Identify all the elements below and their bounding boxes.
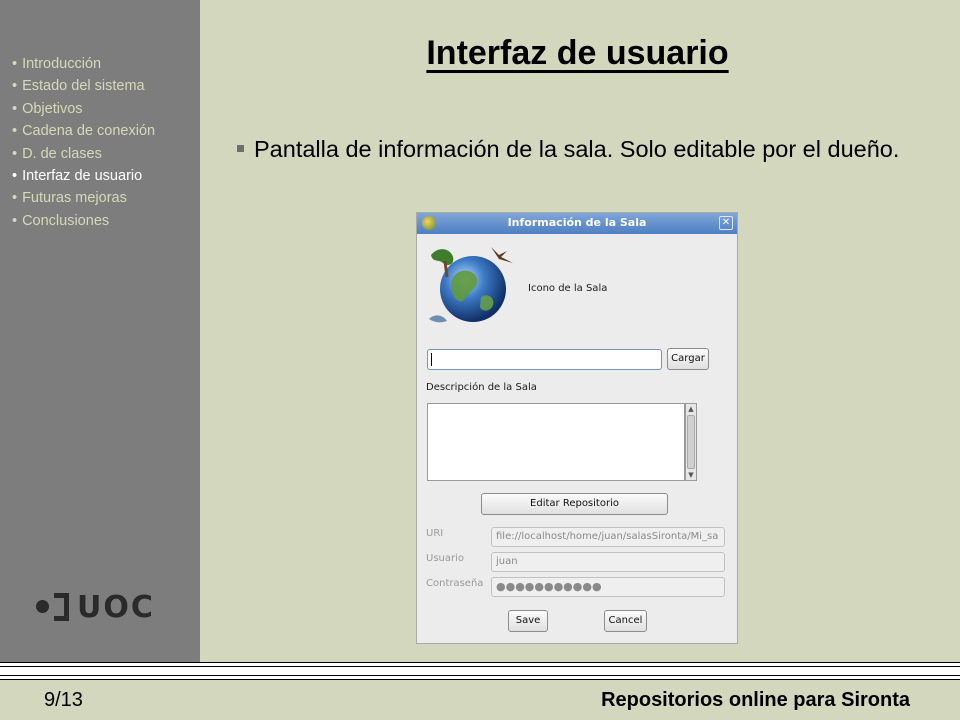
user-label: Usuario	[426, 553, 465, 564]
globe-icon	[429, 247, 513, 323]
page-title: Interfaz de usuario	[426, 34, 729, 72]
load-button[interactable]: Cargar	[667, 348, 709, 370]
bullet-icon: •	[12, 145, 18, 162]
sidebar-nav: • Introducción • Estado del sistema • Objet…	[12, 53, 200, 232]
sidebar-item-label: Objetivos	[22, 100, 83, 117]
sidebar-item-label: Estado del sistema	[22, 78, 145, 95]
sidebar-item-label: D. de clases	[22, 145, 102, 162]
user-value: juan	[496, 556, 518, 567]
uoc-logo: UOC	[36, 590, 156, 626]
dialog-title: Información de la Sala	[507, 216, 647, 229]
dialog-titlebar[interactable]: Información de la Sala ✕	[417, 213, 737, 234]
footer-title: Repositorios online para Sironta	[601, 689, 910, 711]
room-icon-label: Icono de la Sala	[528, 283, 608, 294]
password-value: ●●●●●●●●●●●	[496, 580, 602, 593]
sidebar: • Introducción • Estado del sistema • Objet…	[0, 0, 200, 662]
description-scrollbar[interactable]: ▲ ▼	[685, 403, 697, 481]
slide-bullet-text: Pantalla de información de la sala. Solo…	[254, 136, 900, 162]
sidebar-item-label: Interfaz de usuario	[22, 168, 143, 185]
sidebar-item-d-de-clases[interactable]: • D. de clases	[12, 143, 200, 165]
password-field: ●●●●●●●●●●●	[491, 577, 725, 597]
sidebar-item-estado-del-sistema[interactable]: • Estado del sistema	[12, 75, 200, 97]
scrollbar-thumb[interactable]	[687, 415, 695, 469]
room-icon-image[interactable]	[425, 237, 525, 329]
sidebar-item-introduccion[interactable]: • Introducción	[12, 53, 200, 75]
description-textarea[interactable]	[427, 403, 685, 481]
sidebar-item-conclusiones[interactable]: • Conclusiones	[12, 210, 200, 232]
sidebar-item-label: Introducción	[22, 56, 102, 72]
edit-repository-button[interactable]: Editar Repositorio	[481, 493, 668, 515]
sidebar-item-cadena-de-conexion[interactable]: • Cadena de conexión	[12, 120, 200, 142]
page-number: 9/13	[44, 689, 83, 711]
scroll-up-icon[interactable]: ▲	[686, 404, 696, 414]
description-label: Descripción de la Sala	[426, 382, 537, 393]
logo-bracket-icon	[54, 593, 69, 621]
logo-dot-icon	[36, 600, 49, 613]
bullet-icon: •	[12, 56, 18, 72]
bullet-icon: •	[12, 168, 18, 185]
close-icon[interactable]: ✕	[719, 216, 733, 230]
user-field: juan	[491, 552, 725, 572]
logo-text: UOC	[77, 590, 155, 625]
footer-divider-inner	[0, 666, 960, 676]
scroll-down-icon[interactable]: ▼	[686, 470, 696, 480]
bullet-icon: •	[12, 100, 18, 117]
save-button[interactable]: Save	[508, 610, 548, 632]
password-label: Contraseña	[426, 578, 484, 589]
sidebar-item-label: Conclusiones	[22, 212, 110, 229]
sidebar-item-objetivos[interactable]: • Objetivos	[12, 98, 200, 120]
bullet-icon: •	[12, 212, 18, 229]
text-caret	[431, 353, 432, 366]
footer: 9/13 Repositorios online para Sironta	[0, 680, 960, 720]
sidebar-item-interfaz-de-usuario[interactable]: • Interfaz de usuario	[12, 165, 200, 187]
bullet-icon: •	[12, 123, 18, 140]
sidebar-item-futuras-mejoras[interactable]: • Futuras mejoras	[12, 187, 200, 209]
sidebar-item-label: Cadena de conexión	[22, 123, 156, 140]
bullet-icon: •	[12, 190, 18, 207]
icon-path-input[interactable]	[427, 349, 662, 370]
uri-value: file://localhost/home/juan/salasSironta/…	[496, 531, 719, 542]
footer-divider	[0, 662, 960, 680]
slide-bullet-point: Pantalla de información de la sala. Solo…	[237, 133, 927, 165]
cancel-button[interactable]: Cancel	[604, 610, 647, 632]
room-info-dialog: Información de la Sala ✕ Icono de la Sal…	[416, 212, 738, 644]
sidebar-item-label: Futuras mejoras	[22, 190, 127, 207]
square-bullet-icon	[237, 145, 244, 152]
uri-field: file://localhost/home/juan/salasSironta/…	[491, 527, 725, 547]
bullet-icon: •	[12, 78, 18, 95]
uri-label: URI	[426, 528, 444, 539]
